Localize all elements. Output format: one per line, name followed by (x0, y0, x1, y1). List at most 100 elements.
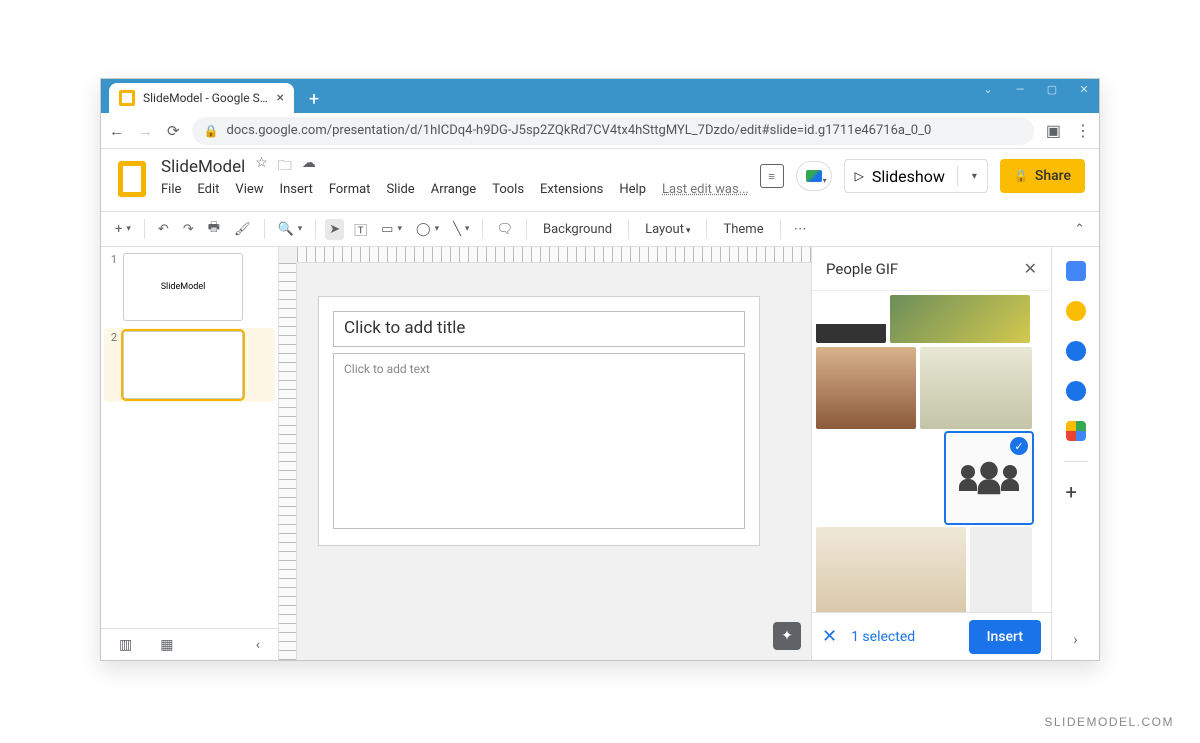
address-bar: ← → ⟳ 🔒 docs.google.com/presentation/d/1… (101, 113, 1099, 149)
close-icon[interactable]: ✕ (1024, 259, 1037, 278)
view-mode-bar: ▥ ▦ ‹ (101, 628, 278, 660)
watermark: SLIDEMODEL.COM (1044, 715, 1174, 729)
get-addons-button[interactable]: + (1066, 482, 1086, 502)
slideshow-dropdown-icon[interactable]: ▾ (966, 171, 983, 182)
title-placeholder[interactable]: Click to add title (333, 311, 745, 347)
collapse-rail-icon[interactable]: › (1073, 632, 1077, 648)
slides-favicon (119, 90, 135, 106)
background-button[interactable]: Background (536, 219, 619, 240)
comment-tool[interactable]: 🗨 (492, 219, 517, 240)
share-label: Share (1035, 168, 1071, 184)
play-icon: ▷ (855, 169, 864, 183)
slide-canvas[interactable]: Click to add title Click to add text (319, 297, 759, 545)
menu-view[interactable]: View (235, 182, 263, 197)
menu-arrange[interactable]: Arrange (431, 182, 476, 197)
menu-bar: File Edit View Insert Format Slide Arran… (161, 182, 749, 197)
cloud-sync-icon[interactable]: ☁ (302, 155, 316, 179)
new-tab-button[interactable]: + (300, 85, 328, 113)
collapse-filmstrip-icon[interactable]: ‹ (256, 637, 260, 653)
slides-logo[interactable] (113, 155, 151, 203)
thumbnail-row[interactable]: 1 SlideModel (107, 253, 272, 321)
browser-tab[interactable]: SlideModel - Google Slides × (109, 83, 294, 113)
gif-result[interactable] (970, 527, 1032, 612)
contacts-addon-icon[interactable] (1066, 381, 1086, 401)
menu-format[interactable]: Format (329, 182, 371, 197)
star-icon[interactable]: ☆ (255, 155, 268, 179)
slideshow-label: Slideshow (872, 167, 945, 186)
window-close-icon[interactable]: ✕ (1077, 83, 1091, 96)
comments-button[interactable]: ≡ (760, 164, 784, 188)
shape-tool[interactable]: ◯▾ (412, 219, 443, 240)
gif-result[interactable] (920, 347, 1032, 429)
menu-extensions[interactable]: Extensions (540, 182, 603, 197)
slideshow-button[interactable]: ▷ Slideshow ▾ (844, 159, 988, 193)
gif-result[interactable] (890, 295, 1030, 343)
select-tool[interactable]: ➤ (325, 219, 344, 240)
explore-button[interactable]: ✦ (773, 622, 801, 650)
toolbar: +▾ ↶ ↷ 🖶 🖌 🔍▾ ➤ 🅃 ▭▾ ◯▾ ╲▾ 🗨 Background … (101, 211, 1099, 247)
new-slide-button[interactable]: +▾ (111, 219, 135, 240)
image-tool[interactable]: ▭▾ (377, 219, 406, 240)
calendar-addon-icon[interactable] (1066, 261, 1086, 281)
textbox-tool[interactable]: 🅃 (350, 217, 371, 242)
menu-tools[interactable]: Tools (492, 182, 524, 197)
app-header: SlideModel ☆ 🗀 ☁ File Edit View Insert F… (101, 149, 1099, 211)
window-maximize-icon[interactable]: ▢ (1045, 83, 1059, 96)
meet-button[interactable]: ▾ (796, 161, 832, 191)
line-tool[interactable]: ╲▾ (449, 219, 473, 240)
gif-result[interactable] (816, 433, 942, 523)
print-button[interactable]: 🖶 (204, 215, 224, 243)
menu-edit[interactable]: Edit (197, 182, 219, 197)
more-toolbar-button[interactable]: ⋯ (790, 219, 811, 240)
workspace: 1 SlideModel 2 Click to add title Click … (101, 247, 1099, 660)
last-edit-link[interactable]: Last edit was... (662, 182, 749, 197)
browser-menu-icon[interactable]: ⋮ (1075, 121, 1091, 140)
people-icon (959, 465, 1019, 491)
canvas-area: Click to add title Click to add text ✦ (279, 247, 811, 660)
document-title[interactable]: SlideModel (161, 157, 245, 177)
chevron-down-icon: ▾ (823, 176, 827, 185)
menu-slide[interactable]: Slide (386, 182, 414, 197)
nav-forward-icon[interactable]: → (138, 122, 153, 140)
gif-result[interactable] (816, 347, 916, 429)
panel-toggle-icon[interactable]: ▣ (1046, 121, 1061, 140)
gif-result[interactable] (816, 527, 966, 612)
window-minimize-icon[interactable]: — (1013, 83, 1027, 96)
gif-result-selected[interactable]: ✓ (946, 433, 1032, 523)
maps-addon-icon[interactable] (1066, 421, 1086, 441)
grid-view-icon[interactable]: ▦ (160, 637, 173, 653)
addon-rail: + › (1051, 247, 1099, 660)
zoom-button[interactable]: 🔍▾ (274, 219, 307, 240)
slide-thumbnails-panel: 1 SlideModel 2 (101, 247, 279, 660)
slide-thumbnail-2[interactable] (123, 331, 243, 399)
keep-addon-icon[interactable] (1066, 301, 1086, 321)
nav-reload-icon[interactable]: ⟳ (167, 122, 180, 140)
clear-selection-icon[interactable]: ✕ (822, 626, 837, 647)
panel-title: People GIF (826, 260, 898, 278)
url-text: docs.google.com/presentation/d/1hICDq4-h… (227, 123, 932, 138)
tab-close-icon[interactable]: × (277, 90, 284, 106)
menu-help[interactable]: Help (619, 182, 646, 197)
body-placeholder[interactable]: Click to add text (333, 353, 745, 529)
theme-button[interactable]: Theme (716, 219, 770, 240)
filmstrip-view-icon[interactable]: ▥ (119, 637, 132, 653)
undo-button[interactable]: ↶ (154, 219, 173, 240)
paint-format-button[interactable]: 🖌 (230, 219, 255, 240)
menu-file[interactable]: File (161, 182, 181, 197)
tasks-addon-icon[interactable] (1066, 341, 1086, 361)
slide-thumbnail-1[interactable]: SlideModel (123, 253, 243, 321)
redo-button[interactable]: ↷ (179, 219, 198, 240)
gif-result[interactable] (816, 295, 886, 343)
menu-insert[interactable]: Insert (280, 182, 313, 197)
layout-button[interactable]: Layout▾ (638, 219, 697, 240)
url-field[interactable]: 🔒 docs.google.com/presentation/d/1hICDq4… (192, 117, 1034, 145)
share-button[interactable]: 🔒 Share (1000, 159, 1085, 193)
horizontal-ruler (297, 247, 811, 263)
collapse-toolbar-button[interactable]: ⌃ (1070, 219, 1089, 240)
move-icon[interactable]: 🗀 (278, 155, 292, 179)
thumbnail-row[interactable]: 2 (104, 328, 275, 402)
nav-back-icon[interactable]: ← (109, 122, 124, 140)
window-dropdown-icon[interactable]: ⌄ (981, 83, 995, 96)
insert-button[interactable]: Insert (969, 620, 1041, 654)
lock-icon: 🔒 (1014, 169, 1029, 183)
